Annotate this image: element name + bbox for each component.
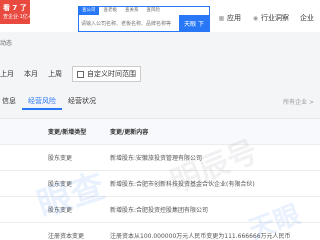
tab-operation-risk[interactable]: 经营风险 — [22, 92, 62, 110]
filter-last-week[interactable]: 上周 — [48, 69, 62, 79]
logo-subtitle: 查企业·1亿+ — [3, 14, 32, 20]
nav-enterprise[interactable]: 企业 — [300, 13, 314, 23]
tab-info[interactable]: 信息 — [0, 92, 22, 110]
all-companies-link[interactable]: 所有企业 > — [283, 97, 314, 106]
tab-bar: 信息 经营风险 经营状况 所有企业 > — [0, 92, 320, 110]
search-tab-relation[interactable]: 查关系 — [122, 7, 142, 15]
nav-apps-label: 应用 — [227, 14, 241, 22]
logo[interactable]: 看 7 了 查企业·1亿+ — [0, 0, 32, 24]
search-tab-risk[interactable]: 查风险 — [144, 7, 164, 15]
row-change-type: 注册资本变更 — [48, 233, 85, 240]
search-tab-company[interactable]: 查公司 — [79, 7, 99, 15]
table-header: 变更/新增类型 变更/更新内容 — [0, 119, 320, 145]
tab-operation-status[interactable]: 经营状况 — [62, 92, 102, 110]
filter-this-month[interactable]: 本月 — [24, 69, 38, 79]
search-tab-boss[interactable]: 查老板 — [101, 7, 121, 15]
insight-icon: ◉ — [252, 14, 259, 22]
grid-icon: ▦ — [218, 14, 225, 22]
filter-custom-label: 自定义时间范围 — [87, 70, 136, 78]
filter-last-month[interactable]: 上月 — [0, 69, 14, 79]
header-change-type: 变更/新增类型 — [48, 129, 87, 136]
header-date — [0, 119, 42, 144]
nav-industry-insight[interactable]: ◉ 行业洞察 — [252, 13, 289, 23]
nav-trade-label: 行业洞察 — [261, 14, 289, 22]
search-input[interactable] — [81, 17, 181, 30]
search-box: 查公司 查老板 查关系 查风险 天眼 下 — [78, 6, 210, 32]
breadcrumb: 动态 — [0, 40, 13, 47]
table-row: 股东变更 新增股东:安徽旅投资管理有限公司 — [0, 145, 320, 171]
calendar-icon — [77, 70, 84, 78]
row-date — [0, 145, 42, 170]
row-date — [0, 223, 42, 240]
filter-custom-range[interactable]: 自定义时间范围 — [72, 66, 141, 82]
nav-enterprise-label: 企业 — [300, 14, 314, 22]
time-filter-bar: 上月 本月 上周 自定义时间范围 — [0, 66, 141, 82]
nav-apps[interactable]: ▦ 应用 — [218, 13, 241, 23]
search-button[interactable]: 天眼 下 — [179, 15, 209, 32]
top-bar: 看 7 了 查企业·1亿+ 查公司 查老板 查关系 查风险 天眼 下 ▦ 应用 … — [0, 0, 320, 32]
logo-title: 看 7 了 — [3, 4, 27, 12]
search-type-tabs: 查公司 查老板 查关系 查风险 — [79, 7, 209, 15]
row-date — [0, 197, 42, 222]
